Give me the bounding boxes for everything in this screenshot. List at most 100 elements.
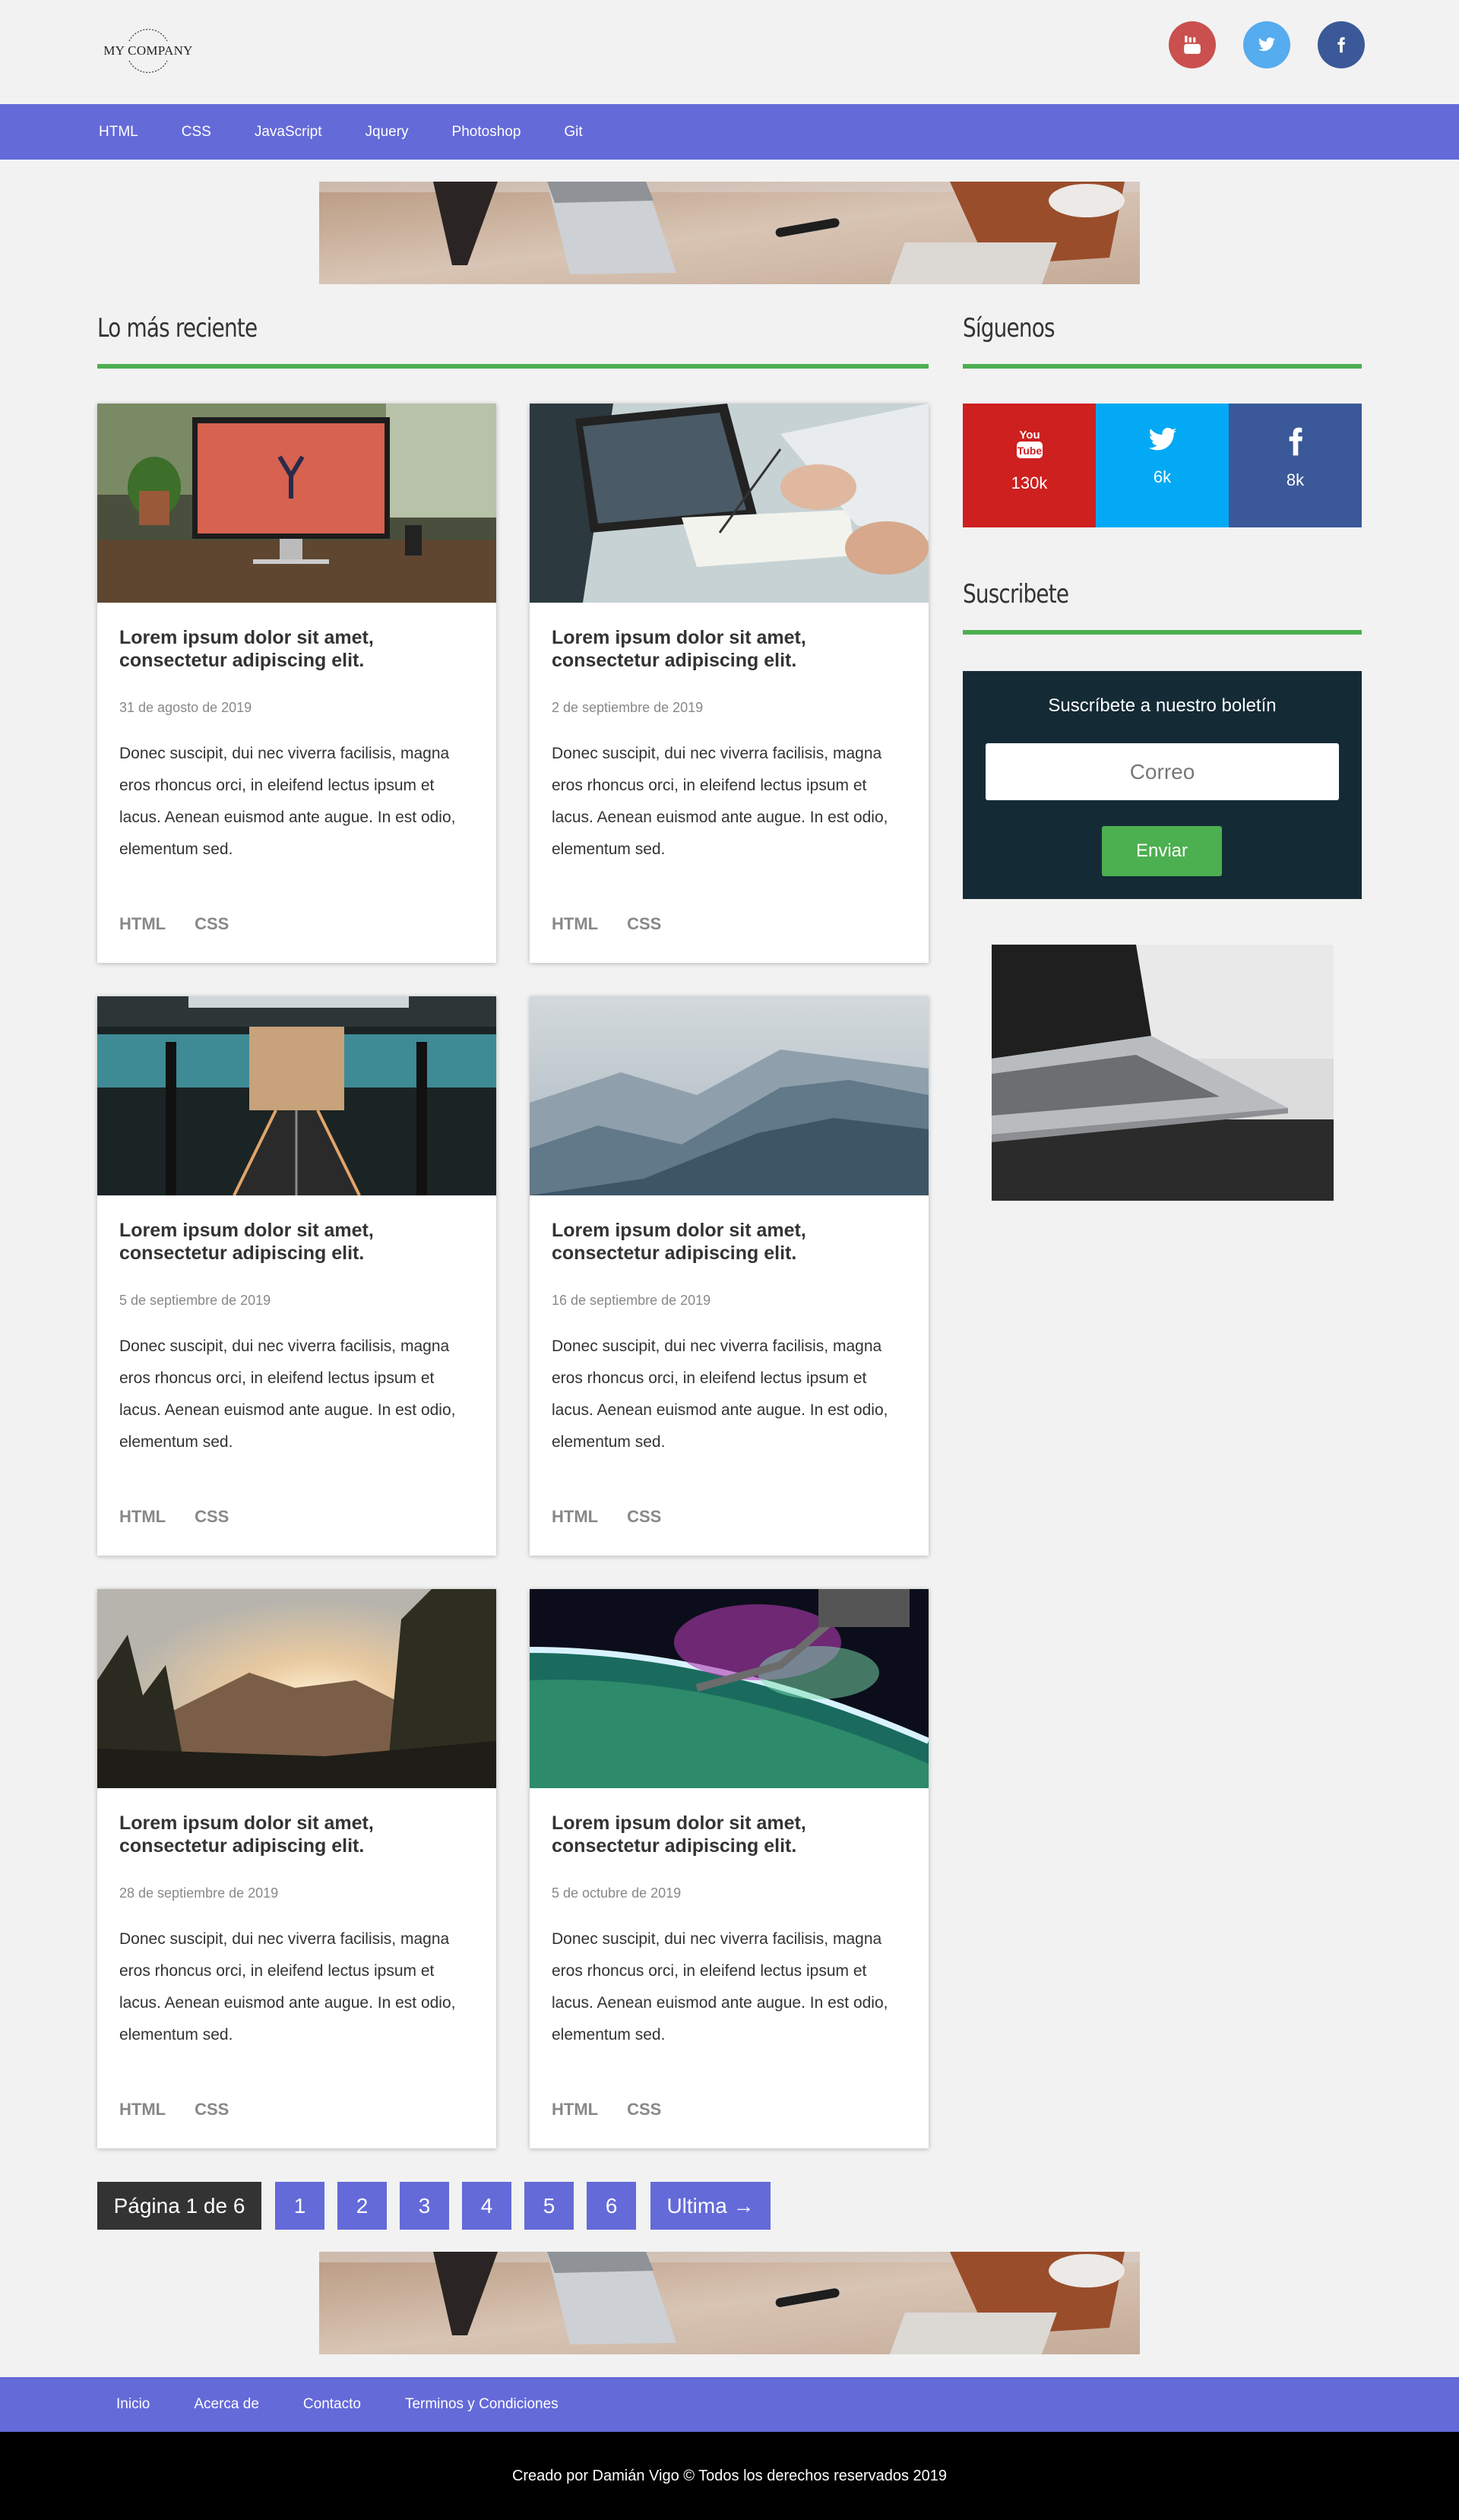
post-date: 28 de septiembre de 2019 [119, 1885, 279, 1901]
post-excerpt: Donec suscipit, dui nec viverra facilisi… [552, 1338, 888, 1451]
footer-nav: Inicio Acerca de Contacto Terminos y Con… [0, 2377, 1459, 2432]
page-button-2[interactable]: 2 [337, 2182, 387, 2230]
footer-link-inicio[interactable]: Inicio [116, 2396, 150, 2413]
footer-link-contacto[interactable]: Contacto [303, 2396, 361, 2413]
nav-item-git[interactable]: Git [564, 124, 582, 141]
main-nav: HTML CSS JavaScript Jquery Photoshop Git [0, 104, 1459, 160]
tag-html[interactable]: HTML [119, 914, 166, 934]
post-card[interactable]: Lorem ipsum dolor sit amet, consectetur … [97, 996, 496, 1556]
page-button-5[interactable]: 5 [524, 2182, 574, 2230]
tag-html[interactable]: HTML [552, 1507, 598, 1527]
svg-text:You: You [1019, 429, 1040, 442]
sidebar-facebook[interactable]: 8k [1229, 404, 1362, 527]
tag-css[interactable]: CSS [627, 914, 661, 934]
facebook-count: 8k [1286, 470, 1305, 489]
svg-text:Tube: Tube [1017, 445, 1042, 457]
email-field[interactable] [986, 743, 1339, 800]
tag-css[interactable]: CSS [627, 1507, 661, 1527]
page-button-3[interactable]: 3 [400, 2182, 449, 2230]
nav-item-javascript[interactable]: JavaScript [255, 124, 322, 141]
latest-title: Lo más reciente [97, 313, 258, 343]
subscribe-title-underline [963, 630, 1362, 635]
latest-title-underline [97, 364, 929, 369]
post-excerpt: Donec suscipit, dui nec viverra facilisi… [119, 745, 456, 858]
post-image[interactable] [97, 1589, 496, 1788]
nav-item-photoshop[interactable]: Photoshop [452, 124, 521, 141]
facebook-link[interactable] [1318, 21, 1365, 68]
tag-css[interactable]: CSS [195, 914, 229, 934]
bottom-banner-image [319, 2252, 1140, 2354]
post-date: 31 de agosto de 2019 [119, 700, 252, 715]
youtube-icon [1184, 36, 1201, 54]
post-card[interactable]: Lorem ipsum dolor sit amet, consectetur … [97, 1589, 496, 2148]
post-title[interactable]: Lorem ipsum dolor sit amet, consectetur … [552, 626, 909, 672]
post-title[interactable]: Lorem ipsum dolor sit amet, consectetur … [119, 626, 476, 672]
nav-item-jquery[interactable]: Jquery [366, 124, 409, 141]
tag-css[interactable]: CSS [627, 2100, 661, 2120]
youtube-link[interactable] [1169, 21, 1216, 68]
twitter-count: 6k [1153, 467, 1172, 486]
post-image[interactable] [530, 1589, 929, 1788]
post-image[interactable] [97, 996, 496, 1195]
company-logo[interactable]: MY COMPANY [97, 27, 199, 74]
footer-link-terminos[interactable]: Terminos y Condiciones [405, 2396, 559, 2413]
subscribe-title: Suscribete [963, 579, 1069, 609]
page-button-1[interactable]: 1 [275, 2182, 324, 2230]
youtube-count: 130k [1011, 473, 1048, 492]
logo-text: MY COMPANY [103, 43, 193, 58]
post-tags: HTML CSS [552, 2100, 690, 2120]
post-date: 5 de septiembre de 2019 [119, 1293, 271, 1308]
post-date: 16 de septiembre de 2019 [552, 1293, 711, 1308]
tag-html[interactable]: HTML [119, 2100, 166, 2120]
newsletter-title: Suscríbete a nuestro boletín [1048, 695, 1277, 716]
post-excerpt: Donec suscipit, dui nec viverra facilisi… [552, 1930, 888, 2044]
post-tags: HTML CSS [119, 1507, 258, 1527]
post-card[interactable]: Lorem ipsum dolor sit amet, consectetur … [97, 404, 496, 963]
post-excerpt: Donec suscipit, dui nec viverra facilisi… [119, 1338, 456, 1451]
sidebar-ad-image[interactable] [992, 945, 1334, 1201]
sidebar-twitter[interactable]: 6k [1096, 404, 1229, 527]
follow-title-underline [963, 364, 1362, 369]
last-page-button[interactable]: Ultima → [650, 2182, 771, 2230]
newsletter-box: Suscríbete a nuestro boletín Enviar [963, 671, 1362, 899]
tag-css[interactable]: CSS [195, 2100, 229, 2120]
post-excerpt: Donec suscipit, dui nec viverra facilisi… [119, 1930, 456, 2044]
youtube-icon: You Tube [1016, 429, 1043, 458]
post-tags: HTML CSS [119, 914, 258, 934]
site-header: MY COMPANY [0, 0, 1459, 104]
pagination-info: Página 1 de 6 [97, 2182, 261, 2230]
nav-item-css[interactable]: CSS [182, 124, 211, 141]
post-image[interactable] [530, 996, 929, 1195]
nav-item-html[interactable]: HTML [99, 124, 138, 141]
copyright-text: Creado por Damián Vigo © Todos los derec… [0, 2432, 1459, 2520]
post-card[interactable]: Lorem ipsum dolor sit amet, consectetur … [530, 404, 929, 963]
post-image[interactable] [97, 404, 496, 603]
sidebar-youtube[interactable]: You Tube 130k [963, 404, 1096, 527]
tag-html[interactable]: HTML [552, 2100, 598, 2120]
page-button-4[interactable]: 4 [462, 2182, 511, 2230]
post-tags: HTML CSS [119, 2100, 258, 2120]
facebook-icon [1289, 427, 1302, 456]
twitter-link[interactable] [1243, 21, 1290, 68]
post-date: 5 de octubre de 2019 [552, 1885, 682, 1901]
post-date: 2 de septiembre de 2019 [552, 700, 704, 715]
post-title[interactable]: Lorem ipsum dolor sit amet, consectetur … [119, 1219, 476, 1265]
post-excerpt: Donec suscipit, dui nec viverra facilisi… [552, 745, 888, 858]
post-title[interactable]: Lorem ipsum dolor sit amet, consectetur … [119, 1812, 476, 1857]
post-card[interactable]: Lorem ipsum dolor sit amet, consectetur … [530, 1589, 929, 2148]
subscribe-button[interactable]: Enviar [1102, 826, 1222, 876]
tag-html[interactable]: HTML [119, 1507, 166, 1527]
tag-html[interactable]: HTML [552, 914, 598, 934]
post-card[interactable]: Lorem ipsum dolor sit amet, consectetur … [530, 996, 929, 1556]
post-tags: HTML CSS [552, 1507, 690, 1527]
top-banner-image [319, 182, 1140, 284]
footer-link-acerca[interactable]: Acerca de [194, 2396, 259, 2413]
facebook-icon [1337, 36, 1346, 53]
twitter-icon [1148, 427, 1176, 451]
tag-css[interactable]: CSS [195, 1507, 229, 1527]
follow-title: Síguenos [963, 313, 1055, 343]
page-button-6[interactable]: 6 [587, 2182, 636, 2230]
post-title[interactable]: Lorem ipsum dolor sit amet, consectetur … [552, 1219, 909, 1265]
post-title[interactable]: Lorem ipsum dolor sit amet, consectetur … [552, 1812, 909, 1857]
post-image[interactable] [530, 404, 929, 603]
